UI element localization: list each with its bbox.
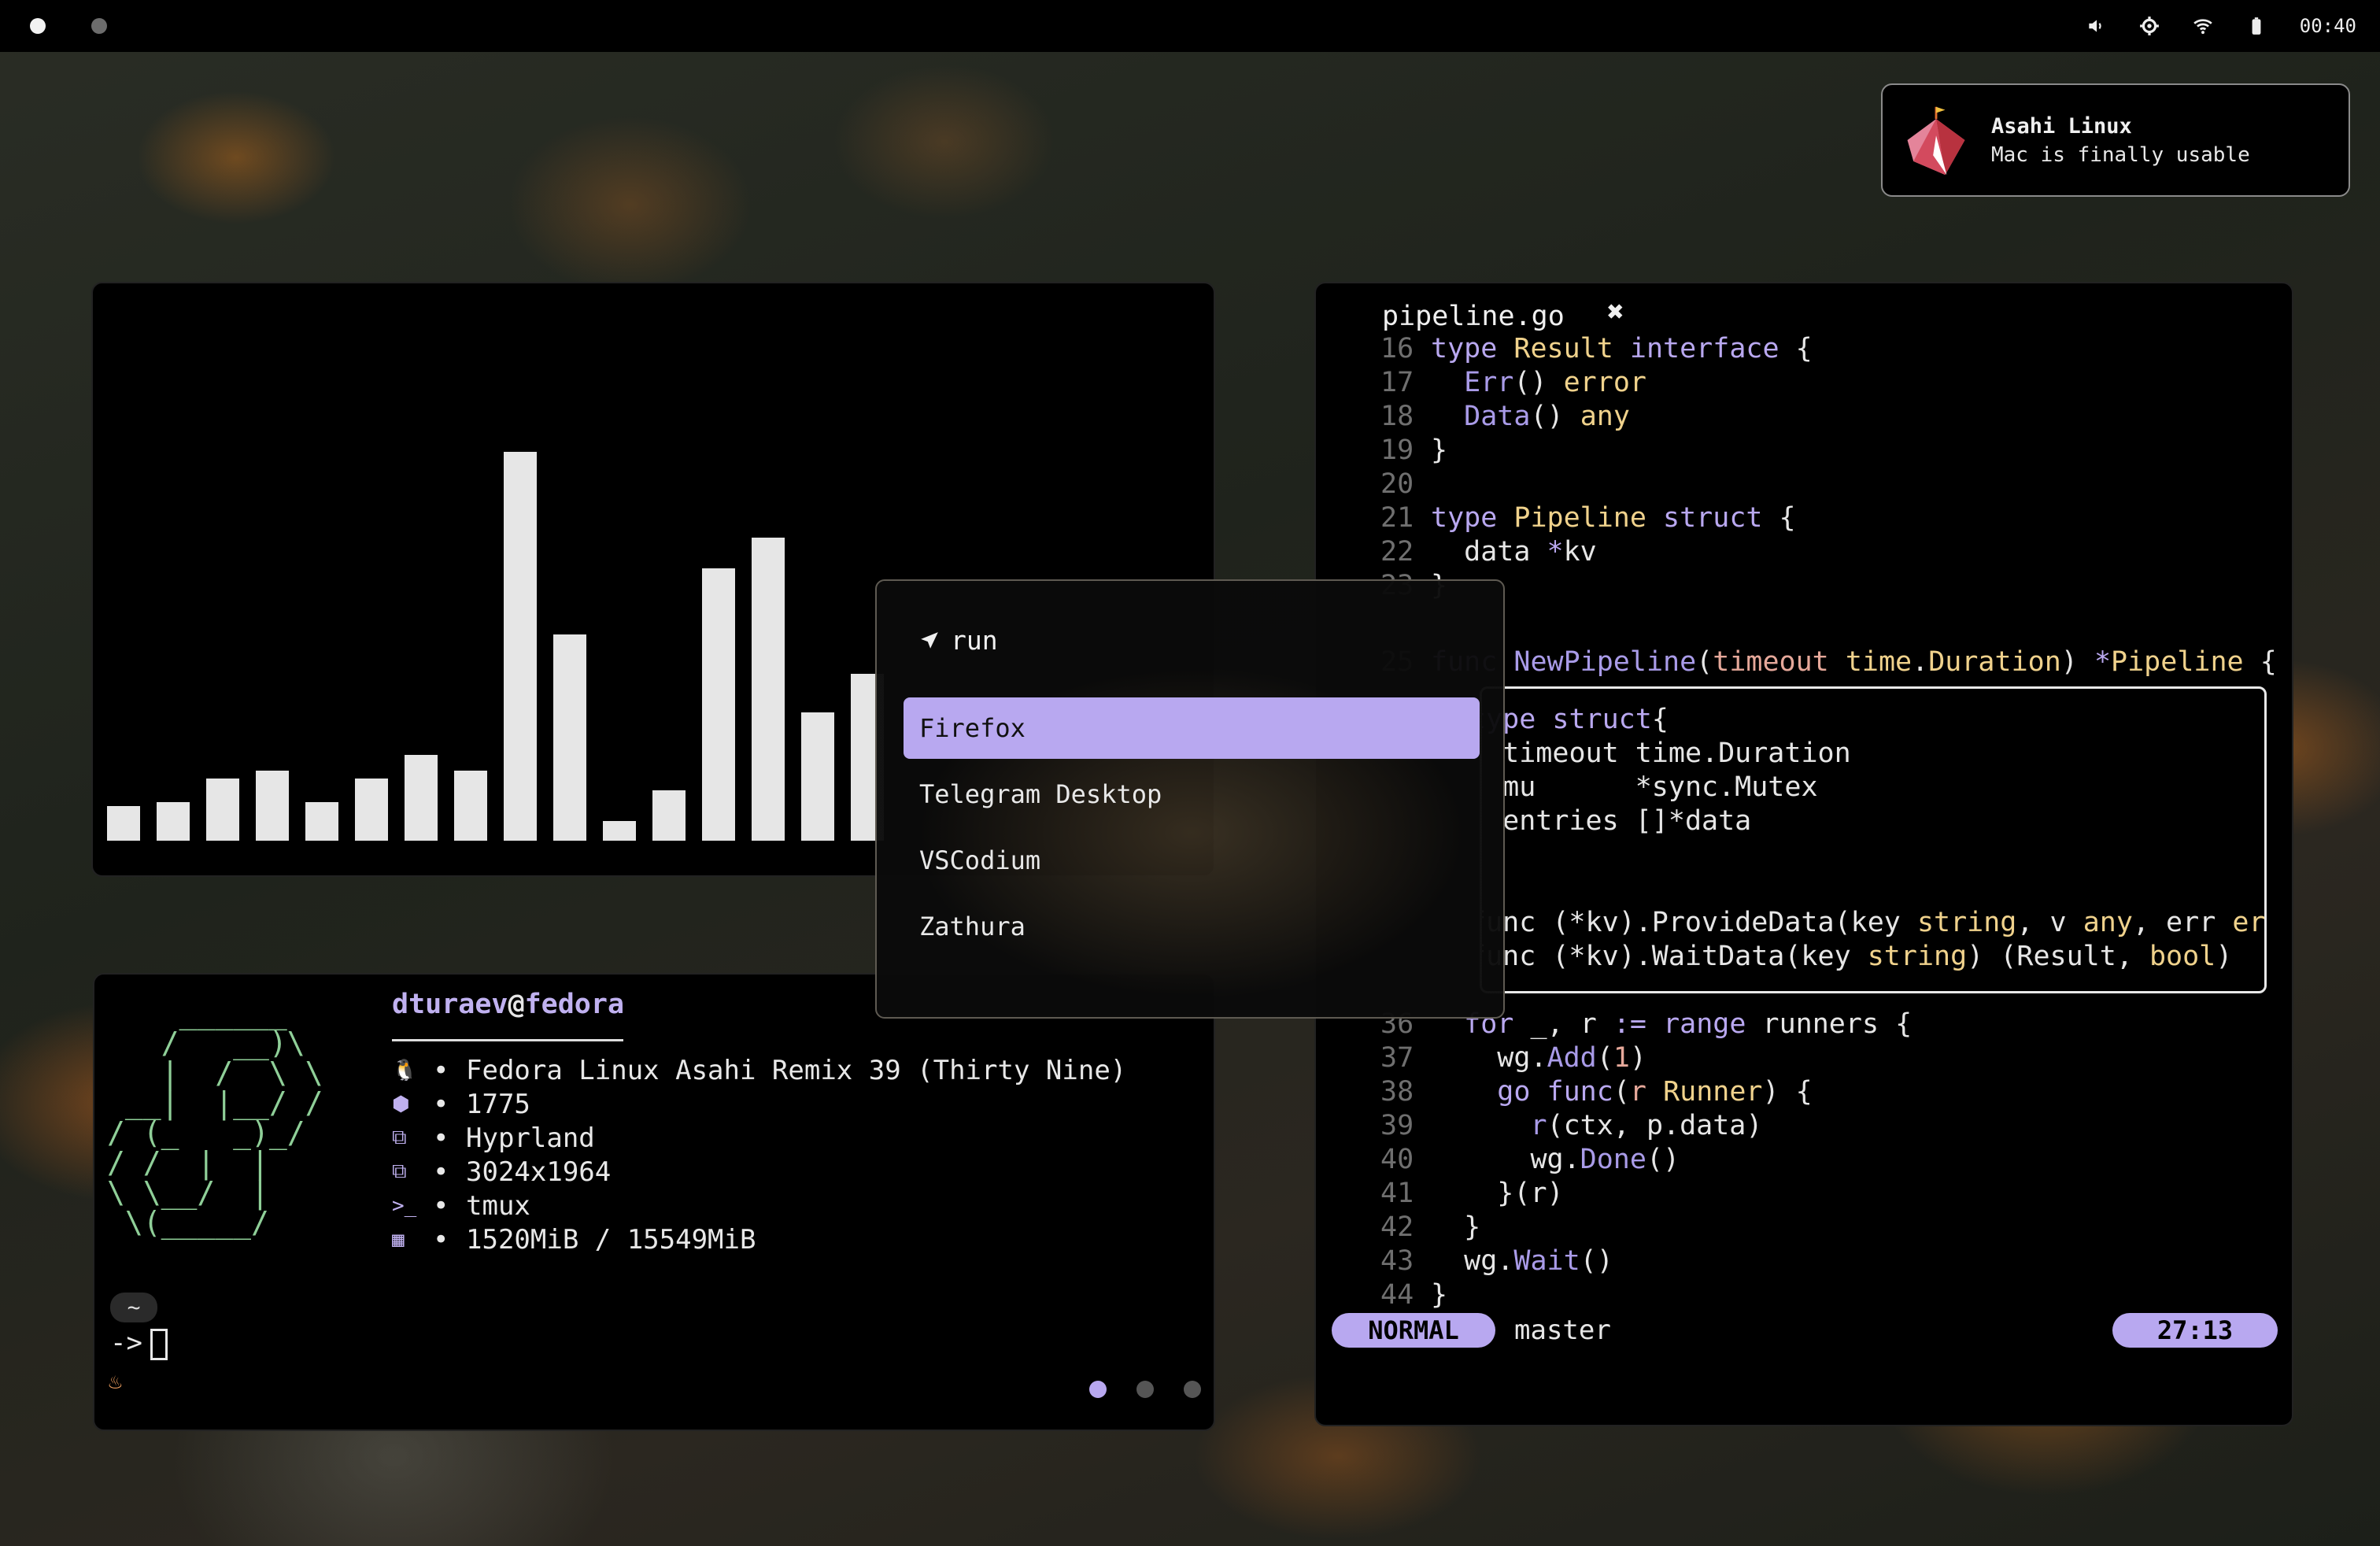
fetch-line-packages: ⬢ • 1775 [392,1088,530,1120]
shell-prompt[interactable]: -> [110,1327,168,1360]
visualizer-bar [256,771,289,841]
terminal-window[interactable]: ______ / __)\ | / \ \ __| |__/ / / (_ _)… [93,973,1215,1431]
visualizer-bar [603,821,636,841]
visualizer-bar [157,802,190,841]
top-bar: 00:40 [0,0,2380,52]
hover-code: type struct{ timeout time.Duration mu *s… [1480,704,2266,972]
linux-icon: 🐧 [392,1058,418,1082]
memory-icon: ▦ [392,1227,405,1252]
code-block-top[interactable]: 16 type Result interface { 17 Err() error… [1380,332,1813,603]
terminal-icon: >_ [392,1193,417,1218]
visualizer-bar [305,802,338,841]
pager-dot-1[interactable] [1089,1381,1107,1398]
vim-mode-badge: NORMAL [1332,1313,1495,1348]
send-arrow-icon [921,631,938,649]
fetch-separator [392,1039,623,1041]
asahi-logo-icon [1907,106,1965,176]
system-tray: 00:40 [2086,15,2356,37]
clock[interactable]: 00:40 [2300,15,2356,37]
close-icon[interactable]: ✖ [1607,296,1624,328]
workspace-2-dot[interactable] [91,18,107,34]
fetch-line-os: 🐧 • Fedora Linux Asahi Remix 39 (Thirty Ni… [392,1054,1127,1086]
text-cursor [150,1328,168,1360]
fetch-info-list: 🐧 • Fedora Linux Asahi Remix 39 (Thirty Ni… [392,1053,1126,1256]
fedora-ascii-logo: ______ / __)\ | / \ \ __| |__/ / / (_ _)… [107,996,323,1240]
visualizer-bar [652,790,686,841]
display-icon: ⧉ [392,1160,407,1183]
workspace-1-dot[interactable] [30,18,46,34]
pager-dot-2[interactable] [1136,1381,1154,1398]
flame-icon: ♨ [109,1368,122,1394]
wifi-icon[interactable] [2193,16,2213,36]
visualizer-bar [801,712,834,841]
editor-hover-popup[interactable]: type struct{ timeout time.Duration mu *s… [1480,686,2267,993]
fetch-line-terminal: >_ • tmux [392,1189,530,1222]
prompt-directory: ~ [110,1293,157,1322]
visualizer-bar [702,568,735,841]
code-block-bottom[interactable]: 36 for _, r := range runners { 37 wg.Add… [1380,1008,1912,1312]
fetch-user-host: dturaev@fedora [392,989,625,1020]
visualizer-bar [752,538,785,841]
visualizer-bar [504,452,537,841]
launcher-item-zathura[interactable]: Zathura [904,896,1480,957]
fetch-line-wm: ⧉ • Hyprland [392,1122,595,1154]
notification[interactable]: Asahi Linux Mac is finally usable [1881,83,2350,197]
visualizer-bar [355,779,388,841]
fetch-line-resolution: ⧉ • 3024x1964 [392,1156,612,1188]
workspace-indicator [24,18,107,34]
launcher-input[interactable]: run [919,625,998,656]
package-icon: ⬢ [392,1092,410,1116]
visualizer-bar [405,755,438,841]
battery-icon[interactable] [2246,16,2267,36]
fetch-line-memory: ▦ • 1520MiB / 15549MiB [392,1223,756,1256]
editor-statusline: NORMAL master 27:13 [1332,1313,2278,1348]
pane-pager [1089,1381,1201,1398]
visualizer-bar [107,806,140,841]
launcher-item-vscodium[interactable]: VSCodium [904,830,1480,891]
app-launcher[interactable]: run Firefox Telegram Desktop VSCodium Za… [875,579,1505,1019]
visualizer-bar [553,634,586,841]
editor-filename: pipeline.go [1382,301,1565,332]
launcher-item-telegram[interactable]: Telegram Desktop [904,764,1480,825]
gear-icon[interactable] [2139,16,2160,36]
launcher-prompt: run [951,625,998,656]
pager-dot-3[interactable] [1184,1381,1201,1398]
notification-body: Mac is finally usable [1991,142,2250,167]
git-branch: master [1514,1315,1611,1346]
volume-icon[interactable] [2086,16,2106,36]
notification-title: Asahi Linux [1991,113,2132,139]
code-block-middle[interactable]: 25func NewPipeline(timeout time.Duration… [1380,645,2277,679]
launcher-item-firefox[interactable]: Firefox [904,697,1480,759]
window-icon: ⧉ [392,1126,407,1149]
cursor-position-badge: 27:13 [2112,1313,2278,1348]
visualizer-bar [454,771,487,841]
visualizer-bar [206,779,239,841]
